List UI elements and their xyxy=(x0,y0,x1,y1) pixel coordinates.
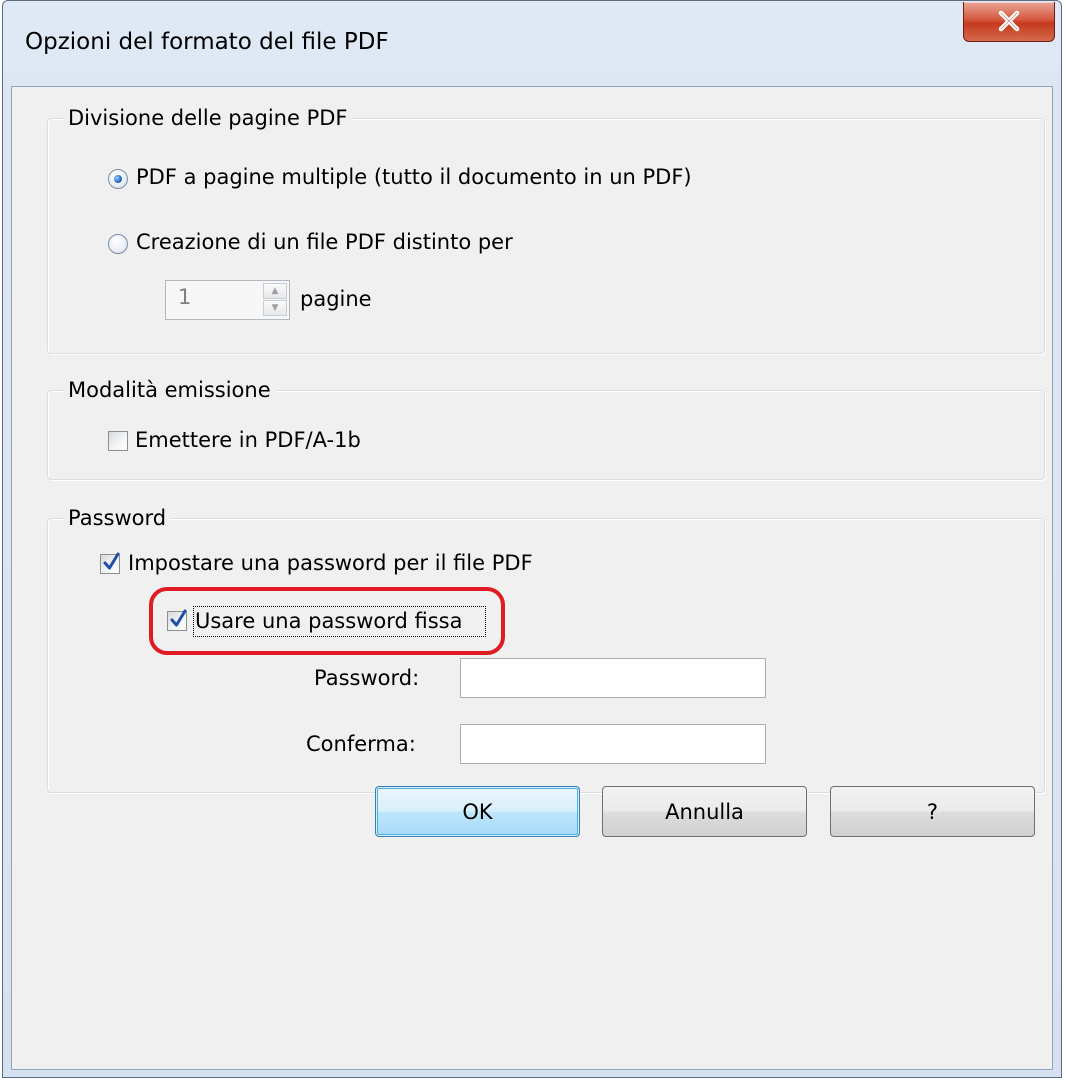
radio-multipage[interactable] xyxy=(108,169,128,189)
radio-split-label[interactable]: Creazione di un file PDF distinto per xyxy=(136,227,513,257)
close-button[interactable] xyxy=(963,2,1055,42)
title-bar[interactable]: Opzioni del formato del file PDF xyxy=(3,1,1061,86)
dialog-window: Opzioni del formato del file PDF Divisio… xyxy=(2,0,1062,1078)
close-icon xyxy=(964,2,1054,39)
cancel-button-label: Annulla xyxy=(665,799,744,824)
password-input[interactable] xyxy=(460,658,766,698)
output-mode-group: Modalità emissione Emettere in PDF/A-1b xyxy=(47,375,1045,480)
spin-up-icon[interactable]: ▲ xyxy=(263,283,287,299)
confirm-password-input[interactable] xyxy=(460,724,766,764)
pdfa-checkbox[interactable] xyxy=(108,431,128,451)
output-mode-legend: Modalità emissione xyxy=(64,375,275,405)
ok-button[interactable]: OK xyxy=(375,786,580,837)
dialog-title: Opzioni del formato del file PDF xyxy=(25,29,389,55)
radio-multipage-label[interactable]: PDF a pagine multiple (tutto il document… xyxy=(136,162,692,192)
password-legend: Password xyxy=(64,503,171,533)
page-division-legend: Divisione delle pagine PDF xyxy=(64,103,352,133)
pages-spinbox[interactable]: 1 ▲ ▼ xyxy=(165,280,290,320)
radio-split[interactable] xyxy=(108,234,128,254)
ok-button-label: OK xyxy=(462,799,493,824)
password-field-label: Password: xyxy=(314,666,420,690)
spin-down-icon[interactable]: ▼ xyxy=(263,300,287,316)
pdfa-checkbox-label[interactable]: Emettere in PDF/A-1b xyxy=(135,425,361,455)
checkmark-icon xyxy=(103,552,120,570)
set-password-checkbox[interactable] xyxy=(100,552,120,574)
set-password-label[interactable]: Impostare una password per il file PDF xyxy=(128,548,533,578)
help-button-label: ? xyxy=(926,799,939,824)
confirm-field-label: Conferma: xyxy=(306,732,416,756)
cancel-button[interactable]: Annulla xyxy=(602,786,807,837)
page-division-group: Divisione delle pagine PDF PDF a pagine … xyxy=(47,103,1045,354)
pages-spinner[interactable]: ▲ ▼ xyxy=(263,283,287,317)
highlight-annotation xyxy=(149,587,505,655)
pages-value[interactable]: 1 xyxy=(178,285,191,309)
pages-label: pagine xyxy=(300,287,372,311)
dialog-body: Divisione delle pagine PDF PDF a pagine … xyxy=(11,86,1053,1070)
help-button[interactable]: ? xyxy=(830,786,1035,837)
